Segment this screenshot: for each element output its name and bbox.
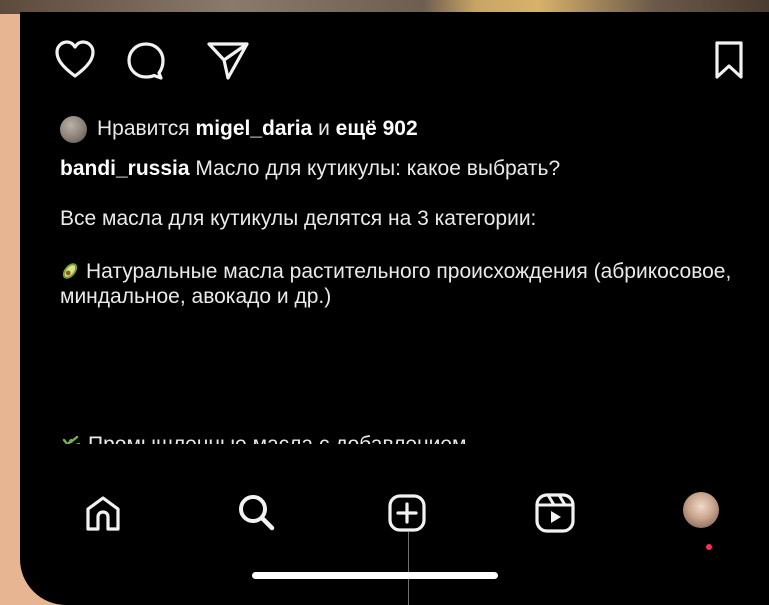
bookmark-icon[interactable] [713, 40, 745, 85]
liker-avatar [60, 115, 87, 143]
likes-line[interactable]: Нравится migel_daria и ещё 902 [60, 112, 418, 146]
post-caption: bandi_russia Масло для кутикулы: какое в… [60, 156, 760, 334]
artifact-divider-line [408, 532, 409, 605]
caption-item-2-truncated: Промышленные масла с добавлением [60, 430, 467, 444]
home-indicator[interactable] [252, 572, 498, 579]
notification-dot [706, 544, 712, 550]
search-icon[interactable] [236, 492, 276, 537]
likes-prefix: Нравится [97, 117, 190, 140]
caption-line-2: Все масла для кутикулы делятся на 3 кате… [60, 207, 537, 230]
comment-icon[interactable] [124, 40, 166, 85]
profile-avatar[interactable] [683, 492, 719, 528]
create-post-icon[interactable] [387, 493, 427, 538]
heart-icon[interactable] [54, 40, 96, 85]
herb-emoji-icon [62, 435, 81, 444]
home-icon[interactable] [84, 494, 122, 537]
likes-connector: и [318, 117, 330, 140]
likes-count[interactable]: ещё 902 [336, 117, 418, 141]
caption-item-1: Натуральные масла растительного происхож… [60, 260, 732, 308]
send-icon[interactable] [206, 40, 250, 85]
liker-username[interactable]: migel_daria [196, 117, 313, 141]
post-author[interactable]: bandi_russia [60, 157, 190, 180]
instagram-post-screen: Нравится migel_daria и ещё 902 bandi_rus… [20, 12, 769, 605]
post-action-bar [20, 32, 769, 88]
bottom-navigation-bar [20, 474, 769, 550]
reels-icon[interactable] [534, 492, 576, 539]
caption-item-2: Промышленные масла с добавлением [88, 433, 467, 444]
avocado-emoji-icon [62, 263, 78, 279]
caption-title: Масло для кутикулы: какое выбрать? [195, 157, 561, 180]
